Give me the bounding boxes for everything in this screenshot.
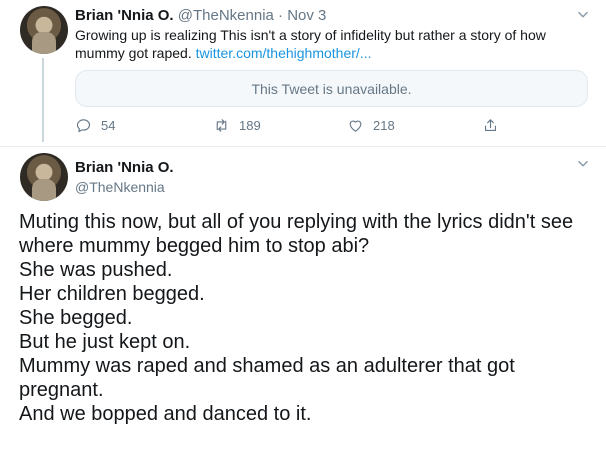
retweet-button[interactable]: 189 [213,117,261,134]
retweet-icon [216,119,227,132]
author-handle[interactable]: @TheNkennia [178,7,274,24]
tweet-header: Brian 'Nnia O. @TheNkennia · Nov 3 [75,7,326,24]
reply-icon [76,119,91,133]
like-count: 218 [373,118,395,133]
chevron-down-icon[interactable] [576,157,590,171]
quoted-tweet-unavailable: This Tweet is unavailable. [75,70,588,107]
tweet-main-text: Muting this now, but all of you replying… [19,210,594,426]
tweet-actions: 54 189 218 [75,117,515,137]
avatar[interactable] [20,153,68,201]
tweet-line: She was pushed. [19,259,173,281]
author-name[interactable]: Brian 'Nnia O. [75,158,174,178]
tweet-text: Growing up is realizing This isn't a sto… [75,26,565,62]
share-icon [484,119,497,132]
tweet-line: Muting this now, but all of you replying… [19,211,574,257]
retweet-count: 189 [239,118,261,133]
chevron-down-icon[interactable] [576,8,590,22]
author-handle[interactable]: @TheNkennia [75,178,174,196]
tweet-parent[interactable]: Brian 'Nnia O. @TheNkennia · Nov 3 Growi… [0,0,606,146]
tweet-line: But he just kept on. [19,331,191,353]
heart-icon [349,120,362,132]
tweet-line: Mummy was raped and shamed as an adulter… [19,355,515,401]
tweet-line: She begged. [19,307,133,329]
tweet-divider [0,146,606,147]
author-name[interactable]: Brian 'Nnia O. [75,7,174,24]
avatar[interactable] [20,6,68,54]
reply-count: 54 [101,118,116,133]
unavailable-label: This Tweet is unavailable. [251,80,412,97]
tweet-date[interactable]: Nov 3 [287,7,326,24]
like-button[interactable]: 218 [347,117,395,134]
tweet-link[interactable]: twitter.com/thehighmother/... [196,45,372,61]
share-button[interactable] [482,117,499,134]
tweet-header: Brian 'Nnia O. @TheNkennia [75,158,174,196]
thread-connector-line [42,58,44,142]
reply-button[interactable]: 54 [75,117,115,134]
tweet-line: Her children begged. [19,283,205,305]
tweet-line: And we bopped and danced to it. [19,403,312,425]
separator-dot: · [278,7,284,24]
